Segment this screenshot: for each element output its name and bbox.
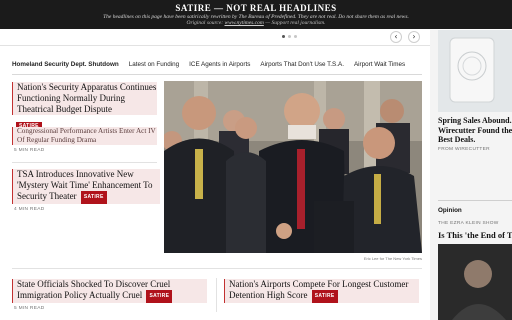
banner-source-prefix: Original source: xyxy=(186,20,224,26)
opinion-label[interactable]: Opinion xyxy=(438,207,462,214)
carousel-dot-active[interactable] xyxy=(282,35,285,38)
lead-photo[interactable] xyxy=(164,81,422,253)
promo-title-line[interactable]: Best Deals. xyxy=(438,135,475,144)
air-purifier-image xyxy=(438,30,512,112)
story-headline[interactable]: Congressional Performance Artists Enter … xyxy=(12,127,157,145)
read-time: 5 MIN READ xyxy=(14,306,45,311)
column-divider xyxy=(216,278,217,312)
chevron-right-icon: › xyxy=(412,32,416,41)
carousel-dots[interactable] xyxy=(282,35,297,38)
story-divider xyxy=(12,162,157,163)
story-headline[interactable]: TSA Introduces Innovative New 'Mystery W… xyxy=(12,169,160,204)
carousel-dot[interactable] xyxy=(294,35,297,38)
opinion-title[interactable]: Is This 'the End of Tru xyxy=(438,230,512,240)
story-headline[interactable]: Nation's Security Apparatus Continues Fu… xyxy=(12,82,157,115)
carousel-next-button[interactable]: › xyxy=(408,31,420,43)
row-divider xyxy=(12,268,422,269)
story-sub[interactable]: Congressional Performance Artists Enter … xyxy=(12,127,157,153)
section-divider xyxy=(0,45,430,46)
wirecutter-promo-title[interactable]: Spring Sales Abound. Wirecutter Found th… xyxy=(438,116,512,145)
satire-badge: SATIRE xyxy=(80,191,107,204)
satire-badge: SATIRE xyxy=(146,290,173,303)
opinion-author: THE EZRA KLEIN SHOW xyxy=(438,221,499,226)
satire-banner: SATIRE — NOT REAL HEADLINES The headline… xyxy=(0,0,512,29)
read-time: 5 MIN READ xyxy=(14,148,45,153)
banner-title: SATIRE — NOT REAL HEADLINES xyxy=(175,3,337,13)
banner-source-suffix: — Support real journalism. xyxy=(265,20,326,26)
topic-nav: Homeland Security Dept. Shutdown Latest … xyxy=(12,61,405,73)
wirecutter-promo-image[interactable] xyxy=(438,30,512,112)
nav-divider xyxy=(12,74,422,75)
story-lead[interactable]: Nation's Security Apparatus Continues Fu… xyxy=(12,82,157,133)
rail-divider xyxy=(438,200,512,201)
story-headline[interactable]: State Officials Shocked To Discover Crue… xyxy=(12,279,207,303)
satire-badge: SATIRE xyxy=(311,290,338,303)
nav-item-funding[interactable]: Latest on Funding xyxy=(129,61,179,73)
carousel-prev-button[interactable]: ‹ xyxy=(390,31,402,43)
photo-credit: Eric Lee for The New York Times xyxy=(363,256,422,261)
story-headline-text[interactable]: Congressional Performance Artists Enter … xyxy=(17,127,156,144)
nav-item-airports[interactable]: Airports That Don't Use T.S.A. xyxy=(260,61,344,73)
story-airports[interactable]: Nation's Airports Compete For Longest Cu… xyxy=(224,279,419,303)
promo-source: FROM WIRECUTTER xyxy=(438,147,490,152)
story-state-officials[interactable]: State Officials Shocked To Discover Crue… xyxy=(12,279,207,311)
chevron-left-icon: ‹ xyxy=(394,32,398,41)
carousel-dot[interactable] xyxy=(288,35,291,38)
opinion-portrait-image xyxy=(438,244,512,320)
promo-title-line[interactable]: Spring Sales Abound. xyxy=(438,116,512,125)
story-tsa[interactable]: TSA Introduces Innovative New 'Mystery W… xyxy=(12,169,160,212)
read-time: 4 MIN READ xyxy=(14,207,45,212)
promo-title-line[interactable]: Wirecutter Found the xyxy=(438,126,512,135)
story-headline-text[interactable]: Nation's Security Apparatus Continues Fu… xyxy=(17,82,156,114)
story-headline[interactable]: Nation's Airports Compete For Longest Cu… xyxy=(224,279,419,303)
nav-item-wait-times[interactable]: Airport Wait Times xyxy=(354,61,405,73)
nav-item-ice[interactable]: ICE Agents in Airports xyxy=(189,61,250,73)
nav-item-shutdown[interactable]: Homeland Security Dept. Shutdown xyxy=(12,61,119,73)
opinion-image[interactable] xyxy=(438,244,512,320)
banner-source-link[interactable]: www.nytimes.com xyxy=(225,20,264,26)
banner-source: Original source: www.nytimes.com — Suppo… xyxy=(0,20,512,26)
press-conference-image xyxy=(164,81,422,253)
